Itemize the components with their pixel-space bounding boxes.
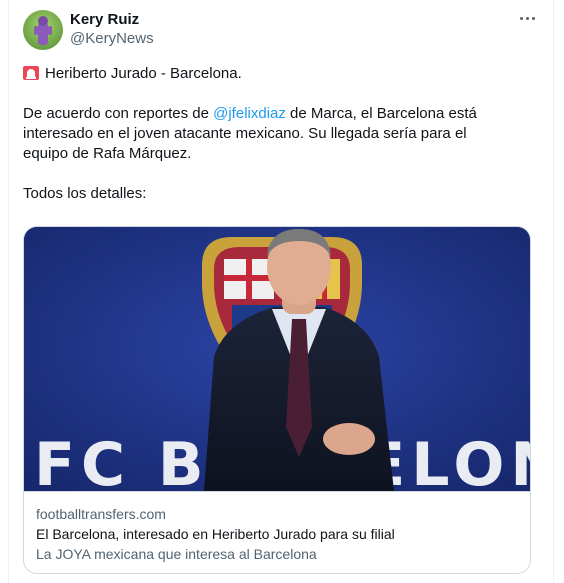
text-segment: De acuerdo con reportes de bbox=[23, 105, 214, 122]
link-title: El Barcelona, interesado en Heriberto Ju… bbox=[36, 526, 395, 542]
tweet-card: Kery Ruiz @KeryNews Heriberto Jurado - B… bbox=[8, 0, 554, 583]
author-handle[interactable]: @KeryNews bbox=[70, 30, 154, 47]
more-horizontal-icon bbox=[519, 16, 523, 20]
tweet-text: Heriberto Jurado - Barcelona. De acuerdo… bbox=[23, 64, 533, 204]
link-domain: footballtransfers.com bbox=[36, 506, 166, 522]
more-dot bbox=[531, 16, 535, 20]
tweet-headline: Heriberto Jurado - Barcelona. bbox=[45, 65, 242, 82]
more-options-button[interactable] bbox=[515, 8, 539, 28]
link-preview-meta[interactable]: footballtransfers.com El Barcelona, inte… bbox=[24, 491, 530, 564]
avatar[interactable] bbox=[23, 10, 63, 50]
link-preview-card[interactable]: FC BARCELONA footballtransfers.com El Ba… bbox=[23, 226, 531, 574]
mention-link[interactable]: @jfelixdiaz bbox=[213, 105, 286, 122]
rotating-light-icon bbox=[23, 66, 39, 80]
text-segment: de Marca, el Barcelona está bbox=[285, 105, 477, 122]
text-line: equipo de Rafa Márquez. bbox=[23, 145, 192, 162]
tweet-line-1: Heriberto Jurado - Barcelona. bbox=[23, 64, 533, 84]
link-description: La JOYA mexicana que interesa al Barcelo… bbox=[36, 546, 317, 562]
tweet-paragraph-2: Todos los detalles: bbox=[23, 185, 147, 202]
text-line: interesado en el joven atacante mexicano… bbox=[23, 125, 467, 142]
tweet-paragraph-1: De acuerdo con reportes de @jfelixdiaz d… bbox=[23, 104, 533, 164]
more-dot bbox=[525, 16, 529, 20]
author-name[interactable]: Kery Ruiz bbox=[70, 11, 139, 28]
link-preview-image[interactable]: FC BARCELONA bbox=[24, 227, 530, 491]
